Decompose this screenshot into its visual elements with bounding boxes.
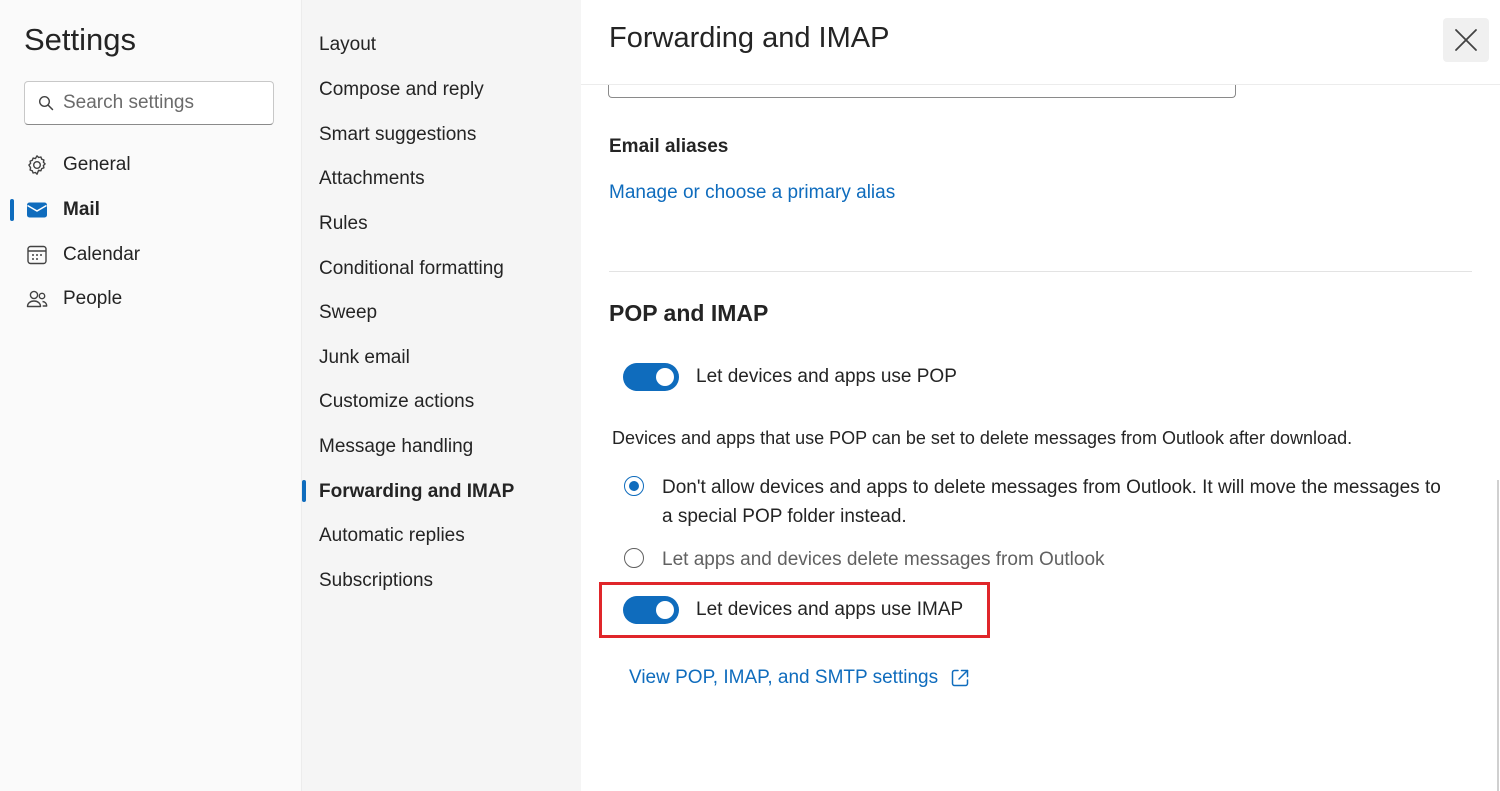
toggle-knob [656, 601, 674, 619]
midnav-item-forwarding-and-imap[interactable]: Forwarding and IMAP [319, 475, 514, 509]
midnav-item-customize-actions[interactable]: Customize actions [319, 385, 474, 419]
midnav-item-sweep[interactable]: Sweep [319, 296, 377, 330]
search-settings-box[interactable] [24, 81, 274, 125]
midnav-item-smart-suggestions[interactable]: Smart suggestions [319, 118, 476, 152]
email-aliases-label: Email aliases [609, 136, 729, 157]
midnav-item-attachments[interactable]: Attachments [319, 162, 425, 196]
settings-title: Settings [24, 22, 137, 57]
leftnav-item-label: People [63, 288, 123, 309]
midnav-item-automatic-replies[interactable]: Automatic replies [319, 519, 465, 553]
leftnav-item-label: General [63, 154, 131, 175]
radio-label: Don't allow devices and apps to delete m… [662, 473, 1441, 531]
content-header: Forwarding and IMAP [581, 0, 1500, 85]
calendar-icon [27, 245, 47, 265]
settings-left-nav: Settings General Mail [0, 0, 302, 791]
close-icon [1455, 29, 1477, 51]
radio-label-line2: a special POP folder instead. [662, 506, 907, 527]
view-pop-imap-smtp-settings-link[interactable]: View POP, IMAP, and SMTP settings [629, 667, 971, 689]
radio-option-allow-delete[interactable]: Let apps and devices delete messages fro… [624, 545, 1105, 574]
imap-toggle-label: Let devices and apps use IMAP [696, 599, 964, 620]
midnav-item-conditional-formatting[interactable]: Conditional formatting [319, 252, 504, 286]
imap-toggle-row: Let devices and apps use IMAP [623, 596, 963, 624]
leftnav-item-calendar[interactable]: Calendar [0, 236, 300, 274]
midnav-item-compose-and-reply[interactable]: Compose and reply [319, 73, 484, 107]
radio-button-checked[interactable] [624, 476, 644, 496]
settings-link-label: View POP, IMAP, and SMTP settings [629, 667, 939, 688]
settings-content-pane: Forwarding and IMAP Email aliases Manage… [581, 0, 1500, 791]
leftnav-item-people[interactable]: People [0, 280, 300, 318]
radio-label: Let apps and devices delete messages fro… [662, 549, 1105, 570]
leftnav-item-label: Calendar [63, 244, 141, 265]
mail-settings-nav: Layout Compose and reply Smart suggestio… [302, 0, 581, 791]
leftnav-item-label: Mail [63, 199, 100, 220]
settings-window: Settings General Mail [0, 0, 1500, 791]
midnav-item-rules[interactable]: Rules [319, 207, 368, 241]
leftnav-item-mail[interactable]: Mail [0, 191, 300, 229]
toggle-knob [656, 368, 674, 386]
external-link-icon [951, 669, 969, 687]
radio-label-line1: Don't allow devices and apps to delete m… [662, 477, 1441, 498]
pop-toggle[interactable] [623, 363, 679, 391]
gear-icon [28, 155, 46, 175]
radio-option-dont-allow-delete[interactable]: Don't allow devices and apps to delete m… [624, 473, 1441, 531]
people-icon [26, 290, 48, 308]
pop-description: Devices and apps that use POP can be set… [612, 428, 1353, 448]
leftnav-item-general[interactable]: General [0, 146, 300, 184]
active-indicator [302, 480, 306, 502]
manage-alias-link[interactable]: Manage or choose a primary alias [609, 182, 895, 204]
pop-toggle-row: Let devices and apps use POP [623, 363, 957, 391]
radio-button-unchecked[interactable] [624, 548, 644, 568]
scrollbar[interactable] [1497, 480, 1499, 791]
midnav-item-layout[interactable]: Layout [319, 28, 376, 62]
page-title: Forwarding and IMAP [609, 22, 890, 54]
search-icon [38, 95, 54, 111]
pop-imap-heading: POP and IMAP [609, 300, 769, 326]
imap-toggle[interactable] [623, 596, 679, 624]
midnav-item-message-handling[interactable]: Message handling [319, 430, 473, 464]
active-indicator [10, 199, 14, 221]
search-settings-input[interactable] [63, 92, 253, 114]
midnav-item-subscriptions[interactable]: Subscriptions [319, 564, 433, 598]
mail-icon [27, 202, 47, 218]
midnav-item-junk-email[interactable]: Junk email [319, 341, 410, 375]
pop-toggle-label: Let devices and apps use POP [696, 366, 957, 387]
close-button[interactable] [1443, 18, 1489, 62]
section-divider [609, 271, 1472, 272]
